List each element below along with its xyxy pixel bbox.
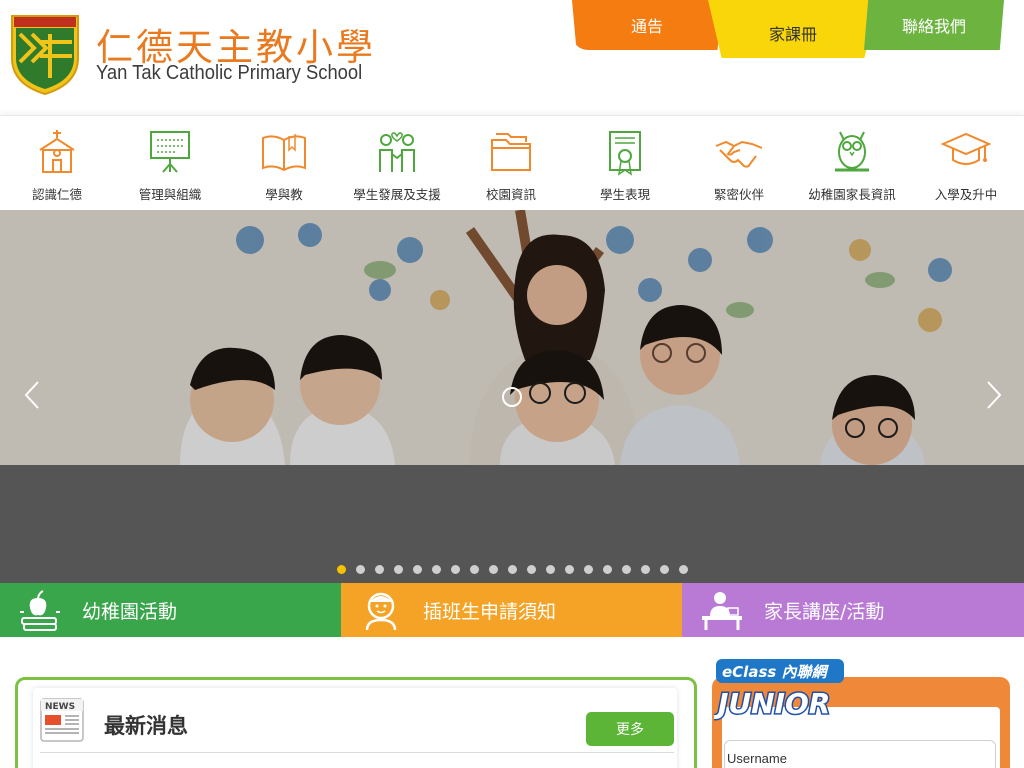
news-icon-text: NEWS xyxy=(45,702,75,712)
tab-contact-us-label: 聯絡我們 xyxy=(901,17,966,36)
slider-dot[interactable] xyxy=(622,565,631,574)
username-field[interactable]: Username xyxy=(724,740,996,768)
slider-dot[interactable] xyxy=(565,565,574,574)
slider-dot[interactable] xyxy=(641,565,650,574)
certificate-icon xyxy=(609,131,641,176)
nav-item-partners[interactable]: 緊密伙伴 xyxy=(684,128,794,203)
handshake-icon xyxy=(715,140,763,168)
nav-item-admission[interactable]: 入學及升中 xyxy=(911,128,1021,203)
eclass-logo-top-text: eClass 內聯網 xyxy=(722,663,830,681)
nav-label: 校園資訊 xyxy=(485,187,536,202)
eclass-junior-logo[interactable]: eClass 內聯網 JUNIOR xyxy=(714,655,854,725)
tab-notice-label: 通告 xyxy=(630,17,663,36)
news-title: 最新消息 xyxy=(104,714,188,738)
student-face-icon xyxy=(365,592,397,631)
quicklink-parent-talks[interactable]: 家長講座/活動 xyxy=(682,583,1024,637)
nav-label: 認識仁德 xyxy=(31,187,82,202)
news-icon: NEWS xyxy=(40,698,84,742)
children-heart-icon xyxy=(379,132,415,172)
slider-dot[interactable] xyxy=(432,565,441,574)
nav-label: 學生發展及支援 xyxy=(353,187,441,202)
teacher-desk-icon xyxy=(702,592,742,630)
nav-item-about[interactable]: 認識仁德 xyxy=(2,128,112,203)
main-nav: 認識仁德 管理與組織 學與教 學生發展及支援 校園資訊 學生表現 緊密伙伴 幼稚… xyxy=(0,115,1024,211)
nav-label: 入學及升中 xyxy=(934,187,998,202)
nav-item-campus-info[interactable]: 校園資訊 xyxy=(456,128,566,203)
slider-dot[interactable] xyxy=(451,565,460,574)
slider-dot[interactable] xyxy=(679,565,688,574)
site-header: 仁德天主教小學 Yan Tak Catholic Primary School … xyxy=(0,0,1024,115)
tab-homework[interactable]: 家課冊 xyxy=(708,0,878,58)
nav-item-management[interactable]: 管理與組織 xyxy=(115,128,225,203)
folders-icon xyxy=(491,133,531,171)
quicklink-transfer-application[interactable]: 插班生申請須知 xyxy=(341,583,682,637)
news-more-label: 更多 xyxy=(616,722,644,738)
presentation-board-icon xyxy=(150,131,190,173)
slider-next-arrow-icon[interactable] xyxy=(982,380,1004,410)
nav-label: 管理與組織 xyxy=(138,187,202,202)
church-icon xyxy=(39,130,75,173)
nav-item-learning[interactable]: 學與教 xyxy=(229,128,339,203)
slider-dot[interactable] xyxy=(527,565,536,574)
username-label: Username xyxy=(727,751,787,766)
nav-item-student-support[interactable]: 學生發展及支援 xyxy=(342,128,452,203)
slider-prev-arrow-icon[interactable] xyxy=(22,380,44,410)
hero-slider[interactable] xyxy=(0,210,1024,583)
eclass-logo-bottom-text: JUNIOR xyxy=(714,687,830,720)
school-name-english: Yan Tak Catholic Primary School xyxy=(96,62,363,84)
tab-notice[interactable]: 通告 xyxy=(572,0,722,50)
tab-homework-label: 家課冊 xyxy=(768,25,817,44)
owl-icon xyxy=(835,131,869,172)
slider-dot[interactable] xyxy=(394,565,403,574)
slider-dot[interactable] xyxy=(584,565,593,574)
slider-dot[interactable] xyxy=(603,565,612,574)
quicklink-label: 家長講座/活動 xyxy=(764,600,885,623)
slider-dot[interactable] xyxy=(489,565,498,574)
news-more-button[interactable]: 更多 xyxy=(586,712,674,746)
open-book-icon xyxy=(262,134,306,172)
school-logo-shield[interactable] xyxy=(10,12,80,96)
slider-dot[interactable] xyxy=(508,565,517,574)
nav-label: 緊密伙伴 xyxy=(713,187,764,202)
slider-dot[interactable] xyxy=(413,565,422,574)
slider-dot[interactable] xyxy=(470,565,479,574)
nav-label: 學與教 xyxy=(265,187,303,202)
nav-item-kindergarten-parents[interactable]: 幼稚園家長資訊 xyxy=(797,128,907,203)
slider-dot[interactable] xyxy=(546,565,555,574)
quicklink-label: 幼稚園活動 xyxy=(82,600,178,623)
graduation-cap-icon xyxy=(941,132,991,165)
slider-dot[interactable] xyxy=(356,565,365,574)
nav-label: 幼稚園家長資訊 xyxy=(808,187,896,202)
slider-dot-active[interactable] xyxy=(337,565,346,574)
slide-photo-students-teacher xyxy=(0,210,1024,465)
quicklink-label: 插班生申請須知 xyxy=(423,600,557,623)
slider-dot[interactable] xyxy=(660,565,669,574)
nav-label: 學生表現 xyxy=(599,187,650,202)
slider-dot[interactable] xyxy=(375,565,384,574)
slider-loading-spinner-icon xyxy=(502,387,522,407)
quicklink-kindergarten-activities[interactable]: 幼稚園活動 xyxy=(0,583,341,637)
news-divider xyxy=(40,752,674,753)
tab-contact-us[interactable]: 聯絡我們 xyxy=(864,0,1004,50)
apple-books-icon xyxy=(20,590,60,631)
nav-item-student-performance[interactable]: 學生表現 xyxy=(570,128,680,203)
